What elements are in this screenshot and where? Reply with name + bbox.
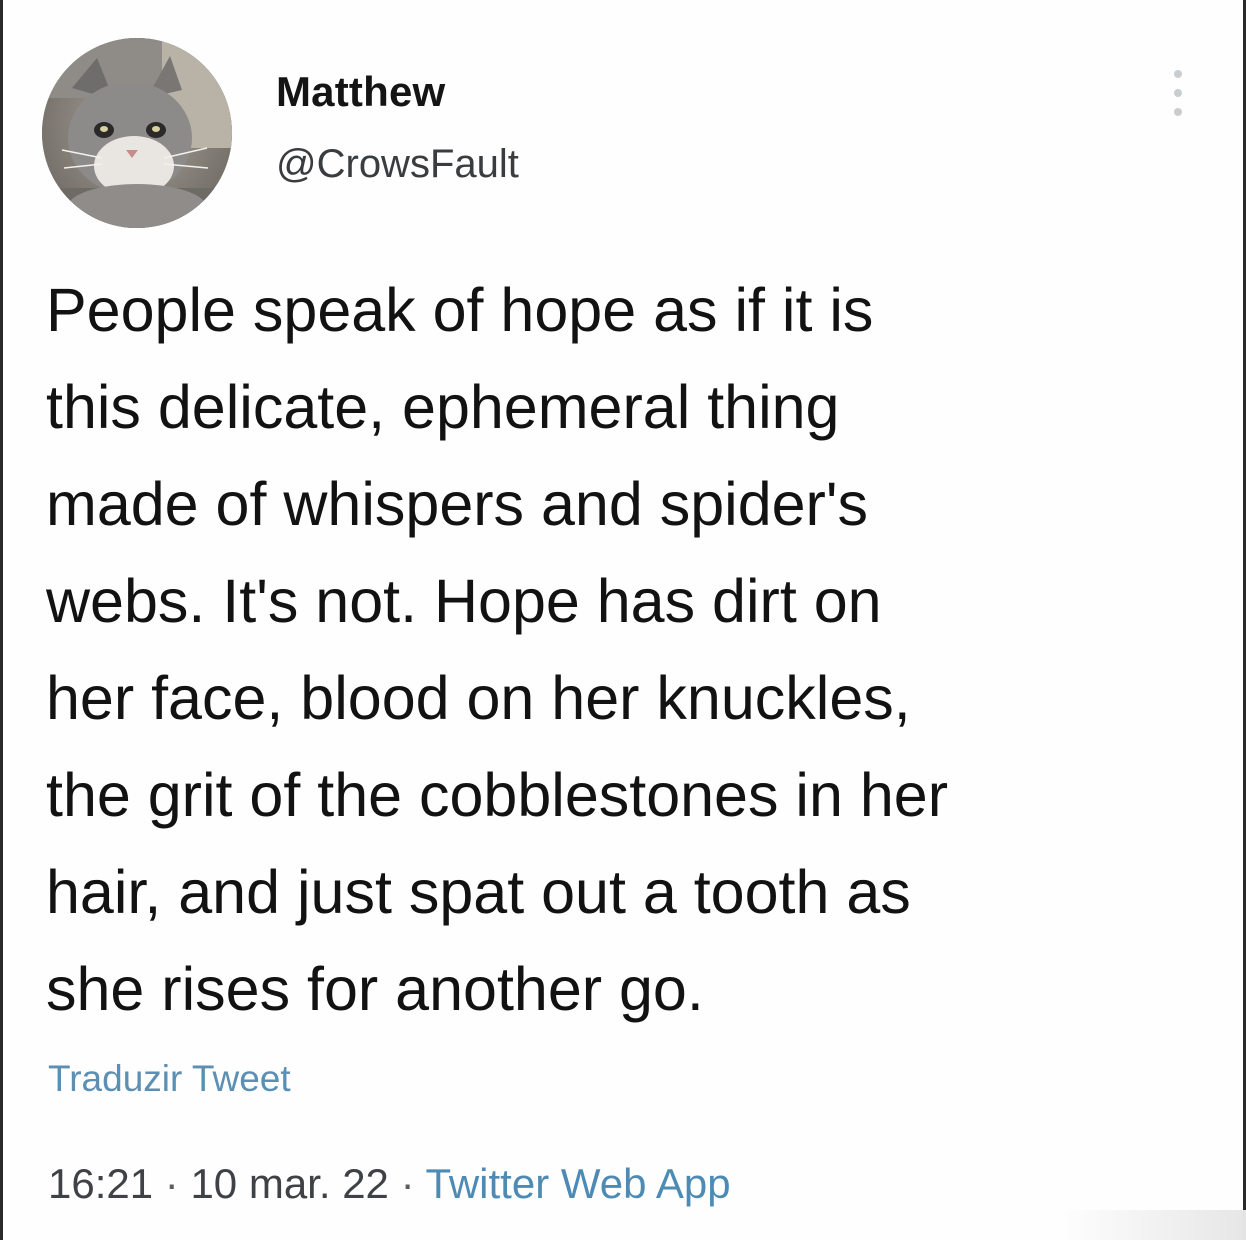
meta-separator: · xyxy=(400,1160,415,1207)
avatar[interactable] xyxy=(42,38,232,228)
dot xyxy=(1174,70,1182,78)
author-display-name[interactable]: Matthew xyxy=(276,68,445,116)
tweet-text-line: this delicate, ephemeral thing xyxy=(46,373,840,441)
left-border xyxy=(0,0,3,1240)
tweet-text-line: webs. It's not. Hope has dirt on xyxy=(46,567,882,635)
tweet-source-link[interactable]: Twitter Web App xyxy=(426,1160,731,1207)
tweet-text-line: made of whispers and spider's xyxy=(46,470,869,538)
dot xyxy=(1174,108,1182,116)
tweet-text-line: she rises for another go. xyxy=(46,955,704,1023)
tweet-card: Matthew @CrowsFault People speak of hope… xyxy=(0,0,1246,1240)
tweet-text-line: the grit of the cobblestones in her xyxy=(46,761,949,829)
tweet-date[interactable]: 10 mar. 22 xyxy=(190,1160,388,1207)
tweet-text-line: her face, blood on her knuckles, xyxy=(46,664,911,732)
tweet-metadata: 16:21 · 10 mar. 22 · Twitter Web App xyxy=(48,1160,731,1208)
tweet-text: People speak of hope as if it is this de… xyxy=(46,262,1216,1038)
vertical-dots-icon[interactable] xyxy=(1166,70,1190,116)
translate-tweet-link[interactable]: Traduzir Tweet xyxy=(48,1058,291,1100)
dot xyxy=(1174,89,1182,97)
cat-avatar-icon xyxy=(42,38,232,228)
tweet-text-line: hair, and just spat out a tooth as xyxy=(46,858,911,926)
tweet-text-line: People speak of hope as if it is xyxy=(46,276,874,344)
author-handle[interactable]: @CrowsFault xyxy=(276,142,519,187)
meta-separator: · xyxy=(164,1160,179,1207)
tweet-time[interactable]: 16:21 xyxy=(48,1160,153,1207)
bottom-shade xyxy=(1060,1210,1246,1240)
